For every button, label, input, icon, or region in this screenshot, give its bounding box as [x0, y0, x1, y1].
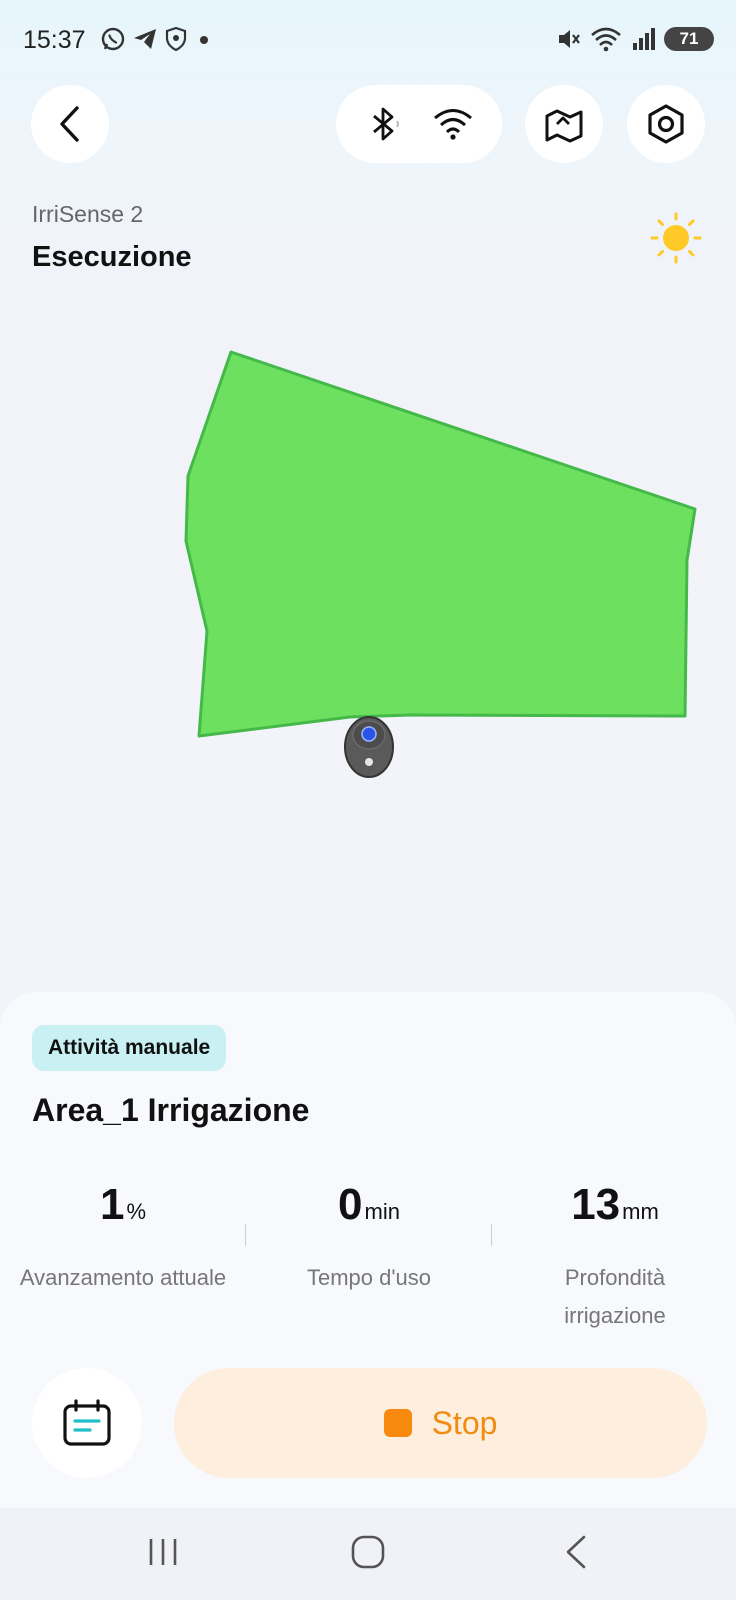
mute-icon	[559, 30, 580, 48]
stat-progress-value: 1	[99, 1180, 125, 1229]
calendar-icon	[63, 1399, 111, 1446]
back-button[interactable]	[31, 85, 109, 163]
irrigation-map[interactable]	[0, 330, 736, 800]
map-edit-button[interactable]	[525, 85, 603, 163]
bluetooth-icon	[373, 107, 399, 141]
home-icon[interactable]	[350, 1535, 386, 1569]
map-icon	[545, 109, 583, 143]
signal-icon	[633, 28, 655, 50]
stat-depth-label: Profondità irrigazione	[564, 1265, 666, 1328]
stat-progress-label: Avanzamento attuale	[19, 1265, 227, 1290]
stop-label: Stop	[431, 1404, 498, 1441]
status-time: 15:37	[23, 26, 86, 54]
stat-depth: 13mm Profondità irrigazione	[492, 1180, 736, 1335]
connection-status-pill[interactable]	[336, 85, 502, 163]
wifi-icon	[434, 109, 472, 140]
wifi-icon	[591, 27, 621, 52]
stat-usage-time-unit: min	[364, 1199, 400, 1224]
robot-marker-icon[interactable]	[344, 716, 394, 778]
back-nav-icon[interactable]	[562, 1535, 590, 1569]
status-notification-icons	[100, 26, 214, 52]
battery-icon: 71	[664, 27, 714, 51]
device-name: IrriSense 2	[32, 201, 144, 227]
gear-icon	[648, 104, 684, 144]
chevron-left-icon	[60, 106, 79, 142]
irrigation-area[interactable]	[184, 350, 697, 738]
stat-depth-value: 13	[571, 1180, 621, 1229]
shield-icon	[165, 26, 187, 52]
task-title: Area_1 Irrigazione	[32, 1092, 310, 1128]
stat-progress: 1% Avanzamento attuale	[0, 1180, 246, 1297]
recents-icon[interactable]	[146, 1535, 180, 1569]
stop-button[interactable]: Stop	[174, 1368, 707, 1478]
settings-button[interactable]	[627, 85, 705, 163]
page-title: Esecuzione	[32, 241, 192, 273]
stat-usage-time-value: 0	[338, 1180, 363, 1229]
stat-depth-unit: mm	[622, 1199, 659, 1224]
stat-usage-time: 0min Tempo d'uso	[246, 1180, 492, 1297]
stat-progress-unit: %	[126, 1199, 147, 1224]
stat-usage-time-label: Tempo d'uso	[306, 1265, 432, 1290]
status-bar: 15:37 71	[0, 0, 736, 80]
sun-icon	[650, 212, 702, 264]
task-type-badge: Attività manuale	[32, 1025, 227, 1071]
stop-icon	[383, 1409, 412, 1437]
status-system-icons: 71	[556, 26, 714, 52]
dot-icon	[200, 36, 208, 44]
whatsapp-icon	[101, 27, 125, 51]
schedule-button[interactable]	[32, 1368, 142, 1478]
telegram-icon	[134, 29, 156, 49]
